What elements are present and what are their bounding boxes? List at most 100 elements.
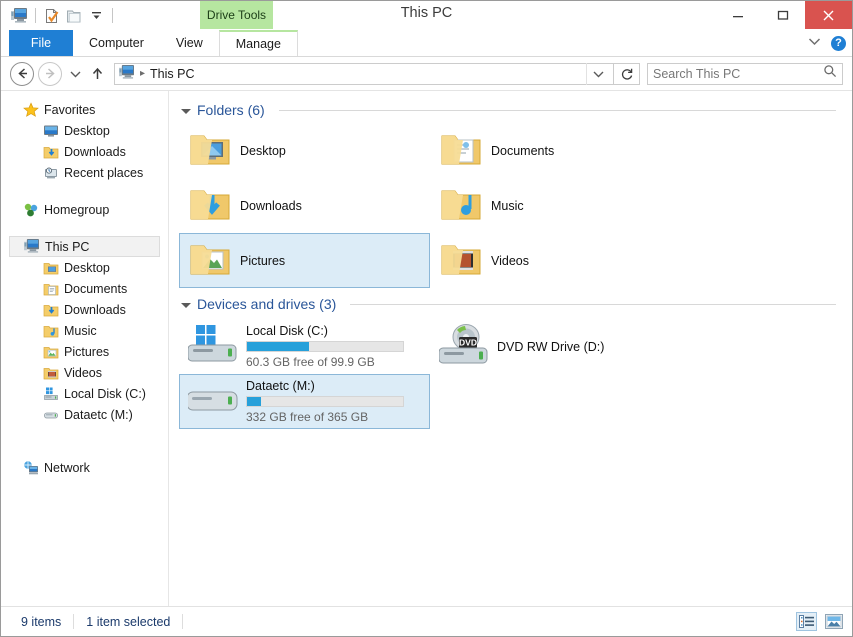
recent-locations-button[interactable] bbox=[66, 62, 84, 86]
this-pc-icon bbox=[119, 65, 135, 82]
music-folder-icon bbox=[43, 323, 59, 339]
navigation-pane: Favorites Desktop Downloads Recent place… bbox=[1, 91, 169, 606]
drive-info: Local Disk (C:) 60.3 GB free of 99.9 GB bbox=[246, 324, 404, 369]
view-mode-buttons bbox=[796, 607, 844, 636]
breadcrumb[interactable]: ▸ This PC bbox=[119, 65, 194, 82]
window-body: Favorites Desktop Downloads Recent place… bbox=[1, 90, 852, 606]
breadcrumb-separator: ▸ bbox=[140, 68, 146, 79]
sidebar-item-downloads-folder[interactable]: Downloads bbox=[1, 299, 168, 320]
sidebar-item-label: Homegroup bbox=[44, 202, 110, 217]
search-placeholder: Search This PC bbox=[653, 66, 741, 81]
quick-access-toolbar bbox=[1, 2, 118, 30]
chevron-down-icon[interactable] bbox=[586, 62, 609, 85]
tab-computer[interactable]: Computer bbox=[73, 30, 160, 56]
new-folder-icon[interactable] bbox=[63, 5, 85, 27]
sidebar-item-homegroup[interactable]: Homegroup bbox=[1, 199, 168, 220]
properties-icon[interactable] bbox=[41, 5, 63, 27]
folder-item-documents[interactable]: Documents bbox=[430, 123, 681, 178]
search-input[interactable]: Search This PC bbox=[647, 62, 843, 85]
sidebar-item-desktop[interactable]: Desktop bbox=[1, 120, 168, 141]
windows-drive-icon bbox=[187, 323, 240, 370]
folders-section-header[interactable]: Folders (6) bbox=[179, 99, 852, 121]
sidebar-item-label: Network bbox=[44, 460, 90, 475]
folder-item-music[interactable]: Music bbox=[430, 178, 681, 233]
sidebar-item-videos[interactable]: Videos bbox=[1, 362, 168, 383]
drive-free-space: 332 GB free of 365 GB bbox=[246, 410, 369, 424]
status-separator bbox=[73, 614, 75, 629]
sidebar-item-label: This PC bbox=[45, 239, 90, 254]
documents-folder-icon bbox=[43, 281, 59, 297]
sidebar-item-label: Dataetc (M:) bbox=[64, 407, 133, 422]
maximize-button[interactable] bbox=[760, 1, 805, 29]
drive-info: Dataetc (M:) 332 GB free of 365 GB bbox=[246, 379, 404, 424]
address-path-box[interactable]: ▸ This PC bbox=[114, 62, 614, 85]
collapse-arrow-icon[interactable] bbox=[181, 302, 191, 308]
videos-folder-icon bbox=[43, 365, 59, 381]
drive-item-local-disk-c[interactable]: Local Disk (C:) 60.3 GB free of 99.9 GB bbox=[179, 319, 430, 374]
sidebar-item-favorites[interactable]: Favorites bbox=[1, 99, 168, 120]
tab-file[interactable]: File bbox=[9, 30, 73, 56]
folder-item-videos[interactable]: Videos bbox=[430, 233, 681, 288]
minimize-button[interactable] bbox=[715, 1, 760, 29]
folder-item-pictures[interactable]: Pictures bbox=[179, 233, 430, 288]
breadcrumb-label: This PC bbox=[150, 66, 195, 81]
chevron-down-icon[interactable] bbox=[808, 37, 821, 49]
sidebar-item-label: Pictures bbox=[64, 344, 110, 359]
sidebar-item-pictures[interactable]: Pictures bbox=[1, 341, 168, 362]
sidebar-item-dataetc-m[interactable]: Dataetc (M:) bbox=[1, 404, 168, 425]
status-selection: 1 item selected bbox=[86, 614, 171, 629]
back-button[interactable] bbox=[10, 61, 34, 86]
downloads-folder-icon bbox=[43, 302, 59, 318]
help-icon[interactable]: ? bbox=[831, 35, 846, 51]
forward-button[interactable] bbox=[38, 61, 62, 86]
sidebar-item-downloads[interactable]: Downloads bbox=[1, 141, 168, 162]
desktop-folder-icon bbox=[188, 128, 232, 173]
folder-item-desktop[interactable]: Desktop bbox=[179, 123, 430, 178]
capacity-bar bbox=[246, 341, 404, 352]
sidebar-item-label: Desktop bbox=[64, 123, 110, 138]
details-view-button[interactable] bbox=[796, 612, 817, 631]
folder-label: Documents bbox=[491, 143, 555, 158]
tab-manage[interactable]: Manage bbox=[218, 30, 298, 56]
section-title: Devices and drives (3) bbox=[197, 296, 337, 312]
up-button[interactable] bbox=[88, 62, 106, 86]
folder-item-downloads[interactable]: Downloads bbox=[179, 178, 430, 233]
sidebar-item-music[interactable]: Music bbox=[1, 320, 168, 341]
drive-item-dvd-rw-d[interactable]: DVD DVD RW Drive (D:) bbox=[430, 319, 681, 374]
hard-drive-icon bbox=[186, 378, 240, 425]
contextual-tab-header: Drive Tools bbox=[200, 1, 273, 29]
pictures-folder-icon bbox=[188, 238, 232, 283]
drives-section-header[interactable]: Devices and drives (3) bbox=[179, 293, 852, 315]
sidebar-item-desktop-folder[interactable]: Desktop bbox=[1, 257, 168, 278]
sidebar-item-local-disk-c[interactable]: Local Disk (C:) bbox=[1, 383, 168, 404]
tab-view[interactable]: View bbox=[160, 30, 219, 56]
sidebar-item-label: Local Disk (C:) bbox=[64, 386, 146, 401]
folder-label: Pictures bbox=[240, 253, 286, 268]
network-icon bbox=[23, 460, 39, 476]
sidebar-item-documents[interactable]: Documents bbox=[1, 278, 168, 299]
customize-dropdown-icon[interactable] bbox=[85, 5, 107, 27]
close-button[interactable] bbox=[805, 1, 852, 29]
homegroup-icon bbox=[23, 202, 39, 218]
downloads-folder-icon bbox=[188, 183, 232, 228]
large-icons-view-button[interactable] bbox=[823, 612, 844, 631]
music-folder-icon bbox=[439, 183, 483, 228]
sidebar-item-recent-places[interactable]: Recent places bbox=[1, 162, 168, 183]
search-icon[interactable] bbox=[823, 64, 837, 83]
this-pc-icon[interactable] bbox=[8, 5, 30, 27]
hard-drive-icon bbox=[43, 407, 59, 423]
sidebar-item-network[interactable]: Network bbox=[1, 457, 168, 478]
drive-item-dataetc-m[interactable]: Dataetc (M:) 332 GB free of 365 GB bbox=[179, 374, 430, 429]
file-list-pane[interactable]: Folders (6) Desktop Documents Downloads … bbox=[169, 91, 852, 606]
sidebar-item-label: Desktop bbox=[64, 260, 110, 275]
sidebar-item-label: Favorites bbox=[44, 102, 96, 117]
capacity-bar bbox=[246, 396, 404, 407]
collapse-arrow-icon[interactable] bbox=[181, 108, 191, 114]
sidebar-item-this-pc[interactable]: This PC bbox=[9, 236, 160, 257]
qat-separator-1 bbox=[35, 8, 36, 23]
pictures-folder-icon bbox=[43, 344, 59, 360]
refresh-button[interactable] bbox=[614, 62, 640, 85]
window-controls bbox=[715, 1, 852, 29]
desktop-folder-icon bbox=[43, 260, 59, 276]
